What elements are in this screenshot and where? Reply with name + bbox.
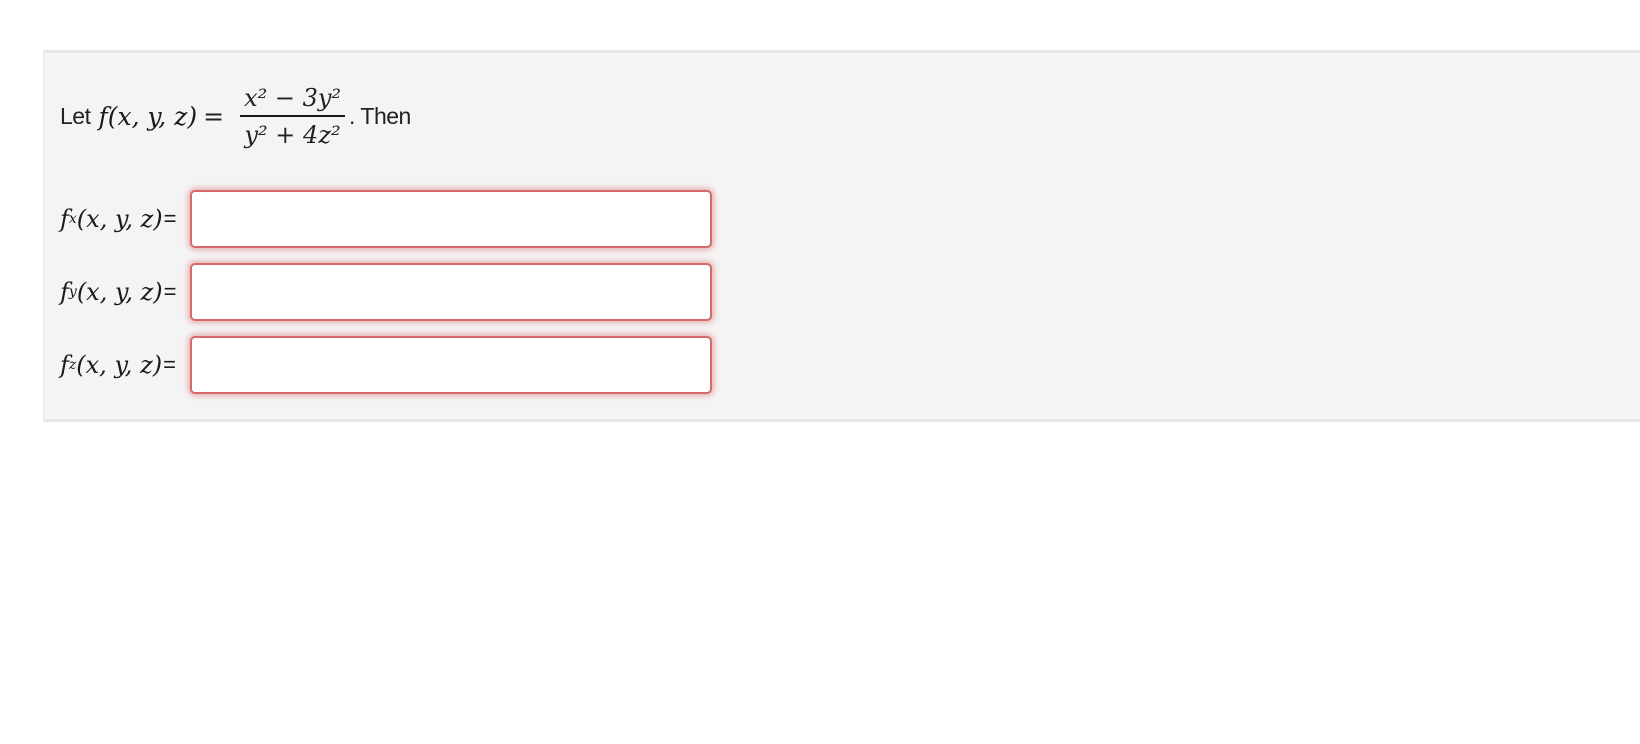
equals-text: = — [163, 206, 177, 231]
fraction: x² − 3y² y² + 4z² — [240, 83, 346, 149]
intro-text: Let — [60, 102, 91, 129]
fraction-bar — [240, 114, 346, 117]
problem-statement: Let f(x, y, z) = x² − 3y² y² + 4z² . The… — [60, 71, 411, 161]
partial-y-row: f y (x, y, z) = — [60, 261, 712, 323]
function-args: (x, y, z) — [76, 351, 163, 379]
partial-y-label: f y (x, y, z) = — [60, 278, 188, 306]
equals-sign: = — [203, 101, 225, 131]
partial-x-label: f x (x, y, z) = — [60, 205, 188, 233]
equals-text: = — [163, 279, 177, 304]
function-symbol: f — [60, 205, 69, 233]
fraction-denominator: y² + 4z² — [244, 120, 341, 149]
problem-panel: Let f(x, y, z) = x² − 3y² y² + 4z² . The… — [43, 50, 1640, 422]
fraction-numerator: x² − 3y² — [244, 83, 342, 112]
partial-z-row: f z (x, y, z) = — [60, 334, 712, 396]
subscript-y: y — [68, 284, 77, 300]
then-text: . Then — [349, 102, 411, 129]
function-args: (x, y, z) — [76, 205, 163, 233]
partial-z-input[interactable] — [190, 336, 712, 394]
function-definition: f(x, y, z) — [98, 101, 198, 131]
partial-y-input[interactable] — [190, 263, 712, 321]
subscript-z: z — [68, 357, 77, 373]
partial-x-row: f x (x, y, z) = — [60, 188, 712, 250]
equals-text: = — [163, 352, 176, 377]
partial-z-label: f z (x, y, z) = — [60, 351, 188, 379]
function-symbol: f — [60, 278, 69, 306]
function-args: (x, y, z) — [76, 278, 163, 306]
subscript-x: x — [68, 211, 77, 227]
function-symbol: f — [60, 351, 69, 379]
partial-x-input[interactable] — [190, 190, 712, 248]
